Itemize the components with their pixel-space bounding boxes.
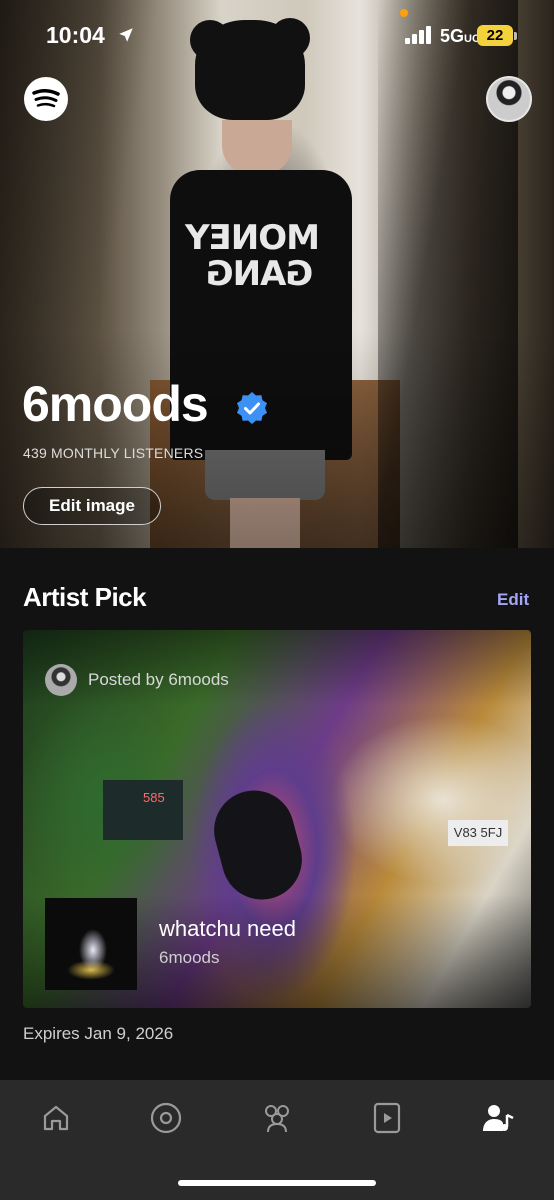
card-background-plate: V83 5FJ — [448, 820, 508, 846]
monthly-listeners: 439 MONTHLY LISTENERS — [23, 445, 204, 461]
status-time: 10:04 — [46, 22, 105, 48]
card-background-sign: 585 — [103, 780, 183, 840]
battery-tip — [514, 32, 517, 40]
poster-avatar — [45, 664, 77, 696]
profile-icon[interactable] — [478, 1100, 518, 1136]
location-arrow-icon — [117, 26, 135, 49]
track-artist[interactable]: 6moods — [159, 948, 219, 968]
status-bar: 10:04 5GUC 22 — [0, 0, 554, 72]
track-title[interactable]: whatchu need — [159, 916, 296, 942]
posted-by-text: Posted by 6moods — [88, 670, 229, 689]
profile-avatar[interactable] — [486, 76, 532, 122]
music-icon[interactable] — [367, 1100, 407, 1136]
home-icon[interactable] — [36, 1100, 76, 1136]
shirt-print: MONEY GANG — [185, 218, 320, 294]
card-background-bag — [205, 781, 311, 909]
expires-text: Expires Jan 9, 2026 — [23, 1024, 174, 1043]
edit-image-button[interactable]: Edit image — [23, 487, 161, 525]
verified-badge-icon — [235, 391, 269, 425]
home-indicator — [178, 1180, 376, 1186]
artist-name: 6moods — [22, 376, 209, 432]
mic-indicator-dot — [400, 9, 408, 17]
artist-pick-edit-button[interactable]: Edit — [497, 590, 529, 610]
artist-header-image: MONEY GANG — [0, 0, 554, 548]
audience-icon[interactable] — [257, 1100, 297, 1136]
artist-pick-card[interactable]: 585 V83 5FJ Posted by 6moods whatchu nee… — [23, 630, 531, 1008]
releases-icon[interactable] — [146, 1100, 186, 1136]
signal-icon — [405, 26, 433, 44]
network-type: 5GUC — [440, 26, 480, 46]
artist-pick-section: Artist Pick Edit 585 V83 5FJ Posted by 6… — [0, 548, 554, 1080]
artist-pick-title: Artist Pick — [23, 582, 147, 612]
battery-indicator: 22 — [477, 25, 513, 46]
track-artwork[interactable] — [45, 898, 137, 990]
spotify-logo-icon[interactable] — [24, 77, 68, 121]
